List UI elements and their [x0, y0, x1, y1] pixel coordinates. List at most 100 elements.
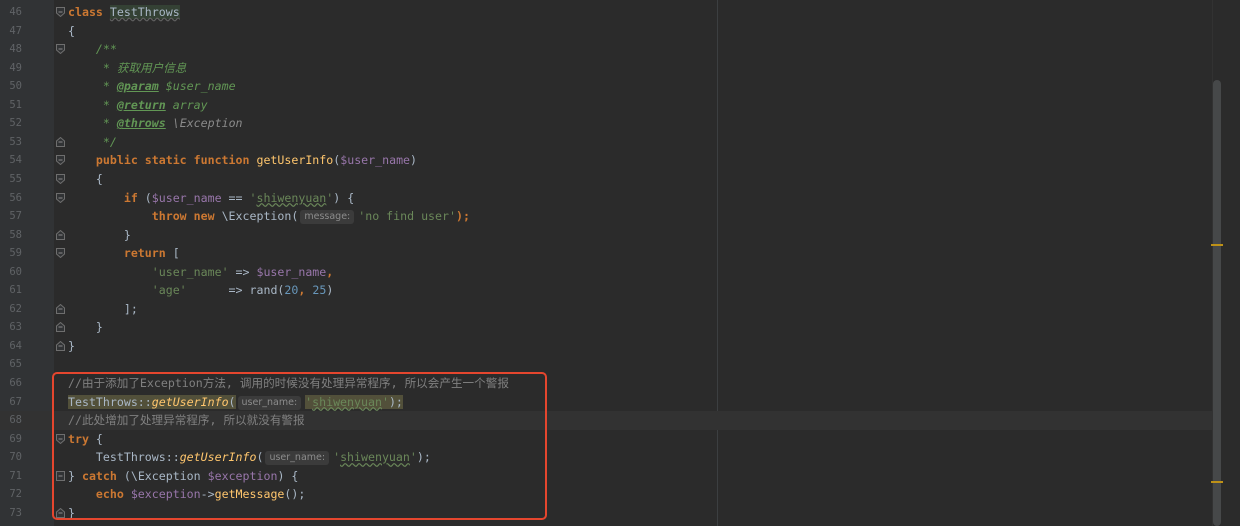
line-number[interactable]: 73 — [0, 504, 22, 523]
code-text[interactable]: ]; — [68, 300, 138, 319]
code-token: * — [68, 97, 117, 112]
line-number[interactable]: 68 — [0, 411, 22, 430]
code-token: \Exception — [165, 116, 243, 131]
fold-toggle-icon[interactable] — [56, 248, 65, 259]
code-text[interactable]: if ($user_name == 'shiwenyuan') { — [68, 189, 354, 208]
code-token: rand( — [249, 283, 285, 298]
code-line[interactable]: 59 return [ — [0, 244, 1212, 263]
line-number[interactable]: 53 — [0, 133, 22, 152]
code-text[interactable]: } — [68, 318, 103, 337]
line-number[interactable]: 64 — [0, 337, 22, 356]
code-text[interactable]: /** — [68, 40, 117, 59]
code-text[interactable]: } — [68, 226, 131, 245]
line-number[interactable]: 66 — [0, 374, 22, 393]
code-line[interactable]: 49 * 获取用户信息 — [0, 59, 1212, 78]
line-number[interactable]: 70 — [0, 448, 22, 467]
fold-toggle-icon[interactable] — [56, 44, 65, 55]
code-line[interactable]: 64} — [0, 337, 1212, 356]
code-text[interactable]: throw new \Exception(message:'no find us… — [68, 207, 470, 226]
line-number[interactable]: 69 — [0, 430, 22, 449]
line-number[interactable]: 49 — [0, 59, 22, 78]
line-number[interactable]: 62 — [0, 300, 22, 319]
code-line[interactable]: 57 throw new \Exception(message:'no find… — [0, 207, 1212, 226]
code-token: 'user_name' — [151, 264, 229, 279]
code-line[interactable]: 60 'user_name' => $user_name, — [0, 263, 1212, 282]
code-line[interactable]: 58 } — [0, 226, 1212, 245]
code-text[interactable]: * @throws \Exception — [68, 114, 243, 133]
code-line[interactable]: 62 ]; — [0, 300, 1212, 319]
line-number[interactable]: 50 — [0, 77, 22, 96]
vertical-scrollbar-thumb[interactable] — [1213, 80, 1221, 526]
code-line[interactable]: 46 class TestThrows — [0, 3, 1212, 22]
code-text[interactable]: * @return array — [68, 96, 208, 115]
code-token: } — [68, 338, 75, 353]
code-line[interactable]: 54 public static function getUserInfo($u… — [0, 151, 1212, 170]
code-token: 25 — [312, 283, 327, 298]
code-text[interactable]: public static function getUserInfo($user… — [68, 151, 417, 170]
code-token: [ — [172, 246, 180, 261]
code-line[interactable]: 48 /** — [0, 40, 1212, 59]
code-text[interactable]: * @param $user_name — [68, 77, 236, 96]
fold-toggle-icon[interactable] — [56, 303, 65, 314]
line-number[interactable]: 51 — [0, 96, 22, 115]
code-text[interactable]: { — [68, 170, 103, 189]
code-line[interactable]: 52 * @throws \Exception — [0, 114, 1212, 133]
code-token: array — [165, 97, 208, 112]
line-number[interactable]: 72 — [0, 485, 22, 504]
code-token: ); — [455, 209, 470, 224]
warning-marker[interactable] — [1211, 481, 1223, 483]
line-number[interactable]: 47 — [0, 22, 22, 41]
line-number[interactable]: 48 — [0, 40, 22, 59]
line-number[interactable]: 67 — [0, 393, 22, 412]
code-token: \Exception( — [221, 209, 299, 224]
line-number[interactable]: 46 — [0, 3, 22, 22]
code-token: /** — [68, 42, 117, 57]
code-line[interactable]: 61 'age' => rand(20, 25) — [0, 281, 1212, 300]
code-line[interactable]: 47 { — [0, 22, 1212, 41]
code-token: , — [326, 264, 334, 279]
line-number[interactable]: 56 — [0, 189, 22, 208]
code-token: == — [221, 190, 250, 205]
line-number[interactable]: 52 — [0, 114, 22, 133]
code-text[interactable]: return [ — [68, 244, 180, 263]
fold-toggle-icon[interactable] — [56, 155, 65, 166]
code-line[interactable]: 50 * @param $user_name — [0, 77, 1212, 96]
code-line[interactable]: 53 */ — [0, 133, 1212, 152]
code-token: @param — [116, 79, 159, 94]
line-number[interactable]: 59 — [0, 244, 22, 263]
code-token: if — [68, 190, 145, 205]
fold-toggle-icon[interactable] — [56, 173, 65, 184]
fold-toggle-icon[interactable] — [56, 7, 65, 17]
line-number[interactable]: 55 — [0, 170, 22, 189]
code-token: * — [68, 79, 117, 94]
code-line[interactable]: 56 if ($user_name == 'shiwenyuan') { — [0, 189, 1212, 208]
code-text[interactable]: 'user_name' => $user_name, — [68, 263, 334, 282]
line-number[interactable]: 60 — [0, 263, 22, 282]
code-line[interactable]: 51 * @return array — [0, 96, 1212, 115]
code-line[interactable]: 55 { — [0, 170, 1212, 189]
fold-toggle-icon[interactable] — [56, 136, 65, 147]
code-text[interactable]: } — [68, 337, 75, 356]
fold-toggle-icon[interactable] — [56, 322, 65, 333]
code-text[interactable]: * 获取用户信息 — [68, 59, 187, 78]
code-token: $user_name — [158, 79, 236, 94]
code-line[interactable]: 63 } — [0, 318, 1212, 337]
code-text[interactable]: { — [68, 22, 75, 41]
code-text[interactable]: 'age' => rand(20, 25) — [68, 281, 334, 300]
fold-toggle-icon[interactable] — [56, 229, 65, 240]
line-number[interactable]: 71 — [0, 467, 22, 486]
parameter-hint: message: — [300, 210, 355, 225]
line-number[interactable]: 58 — [0, 226, 22, 245]
warning-marker[interactable] — [1211, 244, 1223, 246]
line-number[interactable]: 63 — [0, 318, 22, 337]
line-number[interactable]: 57 — [0, 207, 22, 226]
line-number[interactable]: 61 — [0, 281, 22, 300]
code-text[interactable]: class TestThrows — [68, 3, 180, 22]
code-text[interactable]: */ — [68, 133, 117, 152]
line-number[interactable]: 65 — [0, 355, 22, 374]
fold-toggle-icon[interactable] — [56, 340, 65, 351]
code-token: } — [68, 320, 103, 335]
line-number[interactable]: 54 — [0, 151, 22, 170]
fold-toggle-icon[interactable] — [56, 192, 65, 203]
